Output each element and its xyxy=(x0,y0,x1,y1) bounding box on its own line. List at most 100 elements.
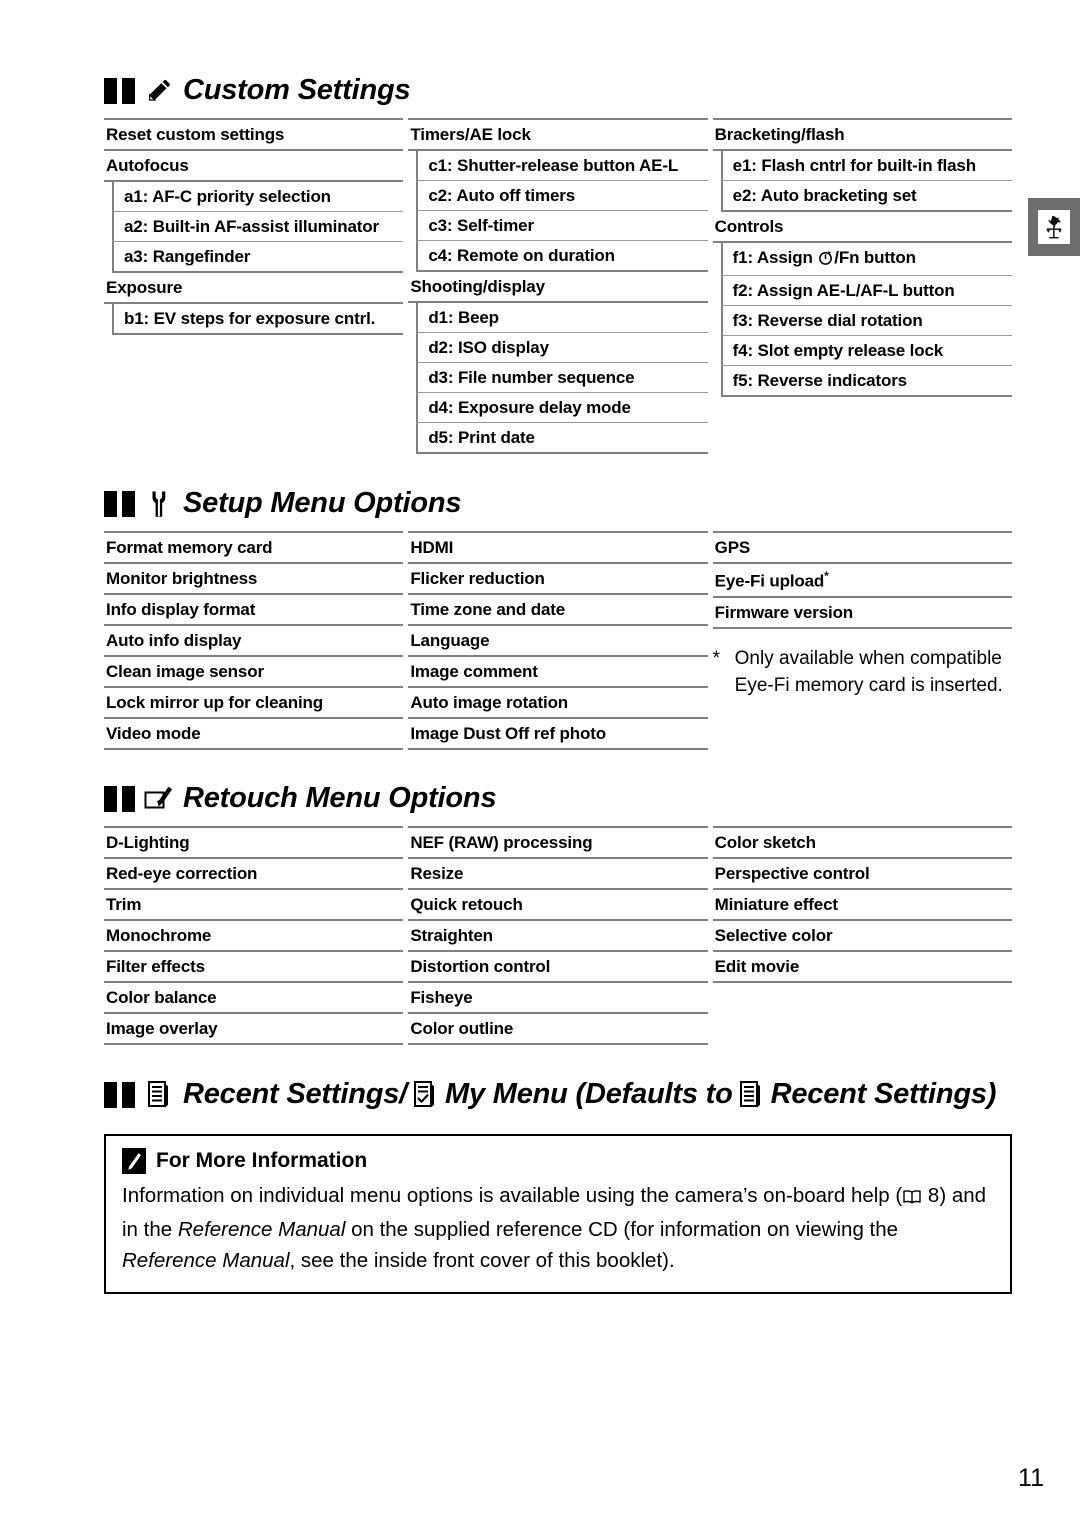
footnote: * Only available when compatible Eye-Fi … xyxy=(713,645,1012,700)
footnote-marker: * xyxy=(712,647,721,669)
menu-item[interactable]: c3: Self-timer xyxy=(416,211,708,241)
menu-item[interactable]: Monochrome xyxy=(104,921,404,952)
section-custom-settings: Custom Settings Reset custom settings Au… xyxy=(104,74,1012,454)
footnote-text: Only available when compatible Eye-Fi me… xyxy=(734,647,1003,697)
menu-item[interactable]: Filter effects xyxy=(104,952,404,983)
tab-bookmark-icon xyxy=(104,785,135,812)
menu-item[interactable]: Flicker reduction xyxy=(408,564,708,595)
menu-item[interactable]: f5: Reverse indicators xyxy=(720,366,1012,397)
menu-item[interactable]: f4: Slot empty release lock xyxy=(720,336,1012,366)
note-line1-a: Information on individual menu options i… xyxy=(122,1184,903,1207)
menu-item[interactable]: Miniature effect xyxy=(712,890,1012,921)
menu-item[interactable]: a2: Built-in AF-assist illuminator xyxy=(112,212,404,242)
menu-item-f1[interactable]: f1: Assign /Fn button xyxy=(720,243,1012,276)
section-title-part1: Recent Settings/ xyxy=(183,1078,408,1110)
menu-item[interactable]: Selective color xyxy=(712,921,1012,952)
retouch-menu-columns: D-Lighting Red-eye correction Trim Monoc… xyxy=(104,826,1012,1045)
section-retouch-menu-options: Retouch Menu Options D-Lighting Red-eye … xyxy=(104,782,1012,1045)
menu-group[interactable]: Shooting/display xyxy=(408,272,708,303)
menu-item[interactable]: Resize xyxy=(408,859,708,890)
menu-item-eye-fi[interactable]: Eye-Fi upload* xyxy=(712,564,1012,598)
note-line1-b: 8) xyxy=(922,1184,947,1207)
menu-item[interactable]: d1: Beep xyxy=(416,303,708,333)
menu-item[interactable]: Perspective control xyxy=(712,859,1012,890)
menu-item-label-post: /Fn button xyxy=(834,248,916,267)
menu-item[interactable]: d4: Exposure delay mode xyxy=(416,393,708,423)
menu-item[interactable]: a3: Rangefinder xyxy=(112,242,404,273)
menu-item[interactable]: Info display format xyxy=(104,595,404,626)
menu-item[interactable]: c2: Auto off timers xyxy=(416,181,708,211)
menu-item-label-pre: f1: Assign xyxy=(732,248,818,267)
menu-item[interactable]: Straighten xyxy=(408,921,708,952)
setup-menu-columns: Format memory card Monitor brightness In… xyxy=(104,531,1012,750)
book-icon xyxy=(902,1184,922,1215)
menu-item[interactable]: Time zone and date xyxy=(408,595,708,626)
column-3: Bracketing/flash e1: Flash cntrl for bui… xyxy=(712,118,1012,454)
section-heading: Recent Settings/ My Menu (Defaults to Re… xyxy=(104,1078,1012,1111)
menu-item[interactable]: HDMI xyxy=(408,531,708,564)
menu-item[interactable]: Image Dust Off ref photo xyxy=(408,719,708,750)
menu-item[interactable]: Distortion control xyxy=(408,952,708,983)
menu-item[interactable]: Fisheye xyxy=(408,983,708,1014)
menu-group[interactable]: Autofocus xyxy=(104,151,404,182)
menu-item[interactable]: Red-eye correction xyxy=(104,859,404,890)
menu-item[interactable]: f3: Reverse dial rotation xyxy=(720,306,1012,336)
menu-group[interactable]: Bracketing/flash xyxy=(712,118,1012,151)
menu-item[interactable]: Clean image sensor xyxy=(104,657,404,688)
menu-group[interactable]: Timers/AE lock xyxy=(408,118,708,151)
menu-item[interactable]: Color sketch xyxy=(712,826,1012,859)
menu-item[interactable]: Color outline xyxy=(408,1014,708,1045)
note-heading: For More Information xyxy=(122,1148,994,1174)
menu-item[interactable]: b1: EV steps for exposure cntrl. xyxy=(112,304,404,335)
tab-bookmark-icon xyxy=(104,1081,135,1108)
menu-item[interactable]: Video mode xyxy=(104,719,404,750)
menu-item[interactable]: e2: Auto bracketing set xyxy=(720,181,1012,212)
menu-item[interactable]: Language xyxy=(408,626,708,657)
side-tab-marker xyxy=(1028,198,1080,256)
section-recent-settings: Recent Settings/ My Menu (Defaults to Re… xyxy=(104,1078,1012,1111)
menu-item[interactable]: Monitor brightness xyxy=(104,564,404,595)
section-heading: Setup Menu Options xyxy=(104,487,1012,520)
menu-item[interactable]: GPS xyxy=(712,531,1012,564)
menu-item[interactable]: Image comment xyxy=(408,657,708,688)
column-3: GPS Eye-Fi upload* Firmware version * On… xyxy=(712,531,1012,750)
menu-item[interactable]: d5: Print date xyxy=(416,423,708,454)
section-heading: Retouch Menu Options xyxy=(104,782,1012,815)
menu-group[interactable]: Reset custom settings xyxy=(104,118,404,151)
menu-item[interactable]: Trim xyxy=(104,890,404,921)
menu-group[interactable]: Controls xyxy=(712,212,1012,243)
menu-item[interactable]: Lock mirror up for cleaning xyxy=(104,688,404,719)
menu-item[interactable]: Auto info display xyxy=(104,626,404,657)
column-2: NEF (RAW) processing Resize Quick retouc… xyxy=(408,826,708,1045)
menu-item[interactable]: a1: AF-C priority selection xyxy=(112,182,404,212)
section-title: Retouch Menu Options xyxy=(183,782,497,814)
column-3: Color sketch Perspective control Miniatu… xyxy=(712,826,1012,1045)
asterisk-marker: * xyxy=(824,569,829,583)
menu-item[interactable]: D-Lighting xyxy=(104,826,404,859)
wrench-icon xyxy=(144,489,174,519)
column-1: Format memory card Monitor brightness In… xyxy=(104,531,404,750)
note-reference-manual-1: Reference Manual xyxy=(177,1217,346,1241)
menu-item[interactable]: Quick retouch xyxy=(408,890,708,921)
menu-item[interactable]: f2: Assign AE-L/AF-L button xyxy=(720,276,1012,306)
menu-item[interactable]: Auto image rotation xyxy=(408,688,708,719)
page-number: 11 xyxy=(1018,1464,1044,1492)
for-more-information-box: For More Information Information on indi… xyxy=(104,1134,1012,1295)
note-line2-b: on the supplied reference CD (for inform… xyxy=(345,1217,899,1241)
menu-item[interactable]: Edit movie xyxy=(712,952,1012,983)
recent-settings-list-icon xyxy=(736,1080,766,1110)
menu-item[interactable]: Format memory card xyxy=(104,531,404,564)
menu-item[interactable]: Color balance xyxy=(104,983,404,1014)
menu-item[interactable]: Firmware version xyxy=(712,598,1012,629)
menu-item[interactable]: e1: Flash cntrl for built-in flash xyxy=(720,151,1012,181)
menu-item[interactable]: c1: Shutter-release button AE-L xyxy=(416,151,708,181)
column-1: D-Lighting Red-eye correction Trim Monoc… xyxy=(104,826,404,1045)
my-menu-checklist-icon xyxy=(410,1080,440,1110)
menu-item[interactable]: Image overlay xyxy=(104,1014,404,1045)
menu-item[interactable]: NEF (RAW) processing xyxy=(408,826,708,859)
pencil-icon xyxy=(144,76,174,106)
menu-item[interactable]: d3: File number sequence xyxy=(416,363,708,393)
menu-item[interactable]: c4: Remote on duration xyxy=(416,241,708,272)
menu-group[interactable]: Exposure xyxy=(104,273,404,304)
menu-item[interactable]: d2: ISO display xyxy=(416,333,708,363)
